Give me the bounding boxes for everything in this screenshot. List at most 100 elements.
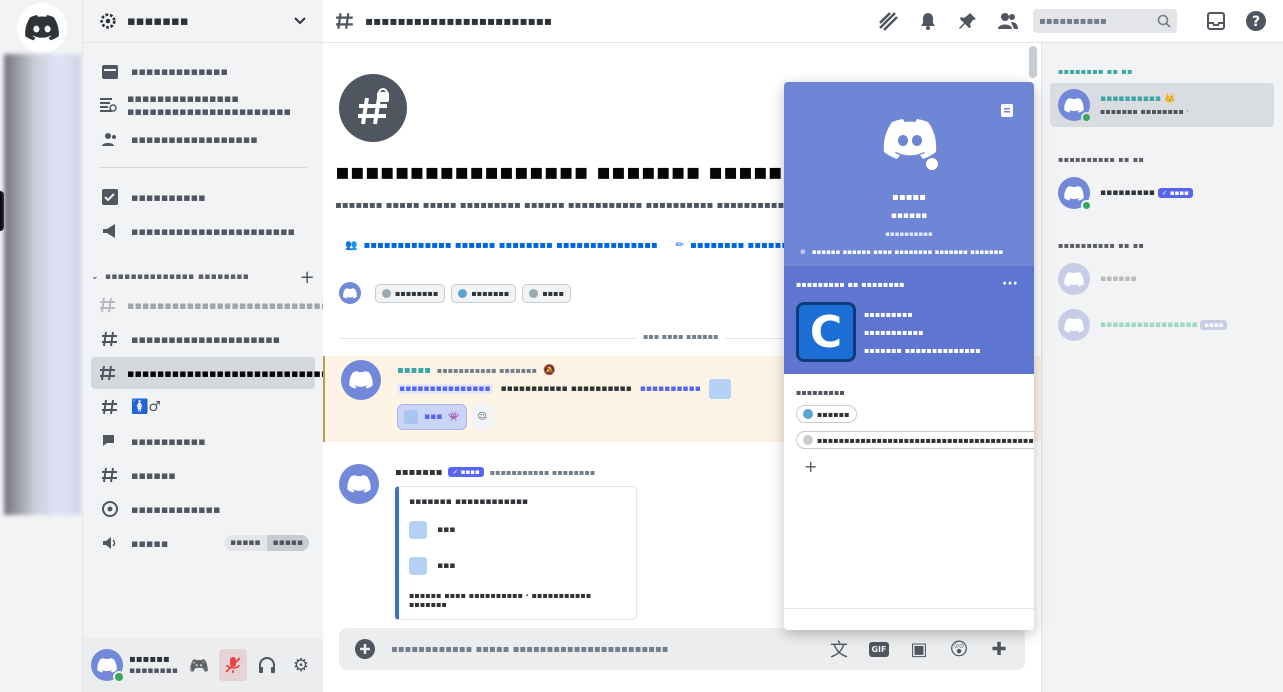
tag-color-dot (382, 288, 391, 298)
member-group-header: ▪▪▪▪▪▪▪▪▪▪ ▪▪ ▪▪ (1058, 155, 1145, 164)
channel-item[interactable]: 🚺♂ (91, 391, 315, 423)
search-input[interactable]: ▪▪▪▪▪▪▪▪▪▪ (1033, 9, 1177, 33)
voice-pill-left: ▪▪▪▪▪ (230, 538, 261, 548)
message-link[interactable]: ▪▪▪▪▪▪▪▪▪▪ (640, 384, 701, 394)
headphones-icon[interactable] (253, 649, 281, 681)
chevron-down-icon: ⌄ (91, 272, 99, 282)
add-channel-button[interactable]: + (300, 267, 315, 288)
gif-icon[interactable]: GIF (865, 635, 893, 663)
profile-subtag: ▪▪▪▪▪▪▪▪▪▪ (885, 230, 933, 238)
add-reaction-button[interactable]: ☺ (470, 404, 494, 430)
pin-icon[interactable] (953, 6, 983, 36)
message-composer[interactable]: ▪▪▪▪▪▪▪▪▪▪▪▪ ▪▪▪▪▪ ▪▪▪▪▪▪▪▪▪▪▪▪▪▪▪▪▪▪▪▪▪… (339, 628, 1025, 670)
channel-item[interactable]: ▪▪▪▪▪ ▪▪▪▪▪ ▪▪▪▪▪ (91, 527, 315, 559)
pencil-icon: ✏ (675, 240, 685, 251)
tag-label: ▪▪▪▪▪▪▪▪ (395, 288, 439, 298)
mute-microphone-icon[interactable] (219, 649, 247, 681)
add-reaction-icon: ☺ (477, 412, 487, 422)
scrollbar-thumb[interactable] (1029, 46, 1037, 78)
speaker-icon (99, 532, 121, 554)
sidebar-item-announcements[interactable]: ▪▪▪▪▪▪▪▪▪▪▪▪▪▪▪▪▪▪▪▪▪▪ (91, 215, 315, 247)
member-info: ▪▪▪▪▪▪▪▪▪▪ 👑 ▪▪▪▪▪▪▪ ▪▪▪▪▪▪▪▪ · (1100, 93, 1189, 117)
member-info: ▪▪▪▪▪▪▪▪▪▪▪▪▪▪▪▪ ▪▪▪▪ (1100, 319, 1228, 332)
discord-logo-icon (97, 657, 117, 673)
member-item-offline[interactable]: ▪▪▪▪▪▪ (1050, 257, 1274, 301)
channel-tag[interactable]: ▪▪▪▪▪▪▪▪ (375, 283, 446, 303)
role-chip[interactable]: ▪▪▪▪▪▪▪▪▪▪▪▪▪▪▪▪▪▪▪▪▪▪▪▪▪▪▪▪▪▪▪▪▪▪▪▪▪▪▪▪… (796, 431, 1034, 449)
channel-tag[interactable]: ▪▪▪▪▪▪▪ (451, 283, 517, 303)
channel-tag[interactable]: ▪▪▪▪ (522, 283, 572, 303)
reaction-button[interactable]: ▪▪▪ 👾 (397, 404, 467, 430)
profile-note-input[interactable] (784, 608, 1034, 630)
browse-channels-icon (99, 94, 117, 116)
discord-logo-icon: 👾 (448, 412, 460, 422)
search-placeholder: ▪▪▪▪▪▪▪▪▪▪ (1039, 15, 1107, 27)
help-icon[interactable]: ? (1241, 6, 1271, 36)
message-author[interactable]: ▪▪▪▪▪ (397, 365, 431, 376)
server-list-blurred[interactable] (4, 54, 81, 515)
activity-controller-icon[interactable]: 🎮 (185, 649, 213, 681)
channel-item-active[interactable]: ▪▪▪▪▪▪▪▪▪▪▪▪▪▪▪▪▪▪▪▪▪▪▪▪▪▪▪▪▪ 👥 ⚙ (91, 357, 392, 389)
user-settings-gear-icon[interactable]: ⚙ (287, 649, 315, 681)
activity-details: ▪▪▪▪▪▪▪▪▪ ▪▪▪▪▪▪▪▪▪▪▪ ▪▪▪▪▪▪▪ ▪▪▪▪▪▪▪▪▪▪… (864, 306, 981, 360)
threads-icon[interactable] (873, 6, 903, 36)
channel-item[interactable]: ▪▪▪▪▪▪▪▪▪▪▪▪▪▪▪▪▪▪▪▪▪▪▪▪▪▪▪▪▪▪▪▪▪▪▪ (91, 289, 388, 321)
channel-category[interactable]: ⌄ ▪▪▪▪▪▪▪▪▪▪▪▪▪▪ ▪▪▪▪▪▪▪▪ + (91, 267, 315, 288)
member-item-offline[interactable]: ▪▪▪▪▪▪▪▪▪▪▪▪▪▪▪▪ ▪▪▪▪ (1050, 303, 1274, 347)
sidebar-item-label: ▪▪▪▪▪▪▪▪▪▪▪▪▪ (131, 64, 228, 78)
members-icon: 👥 (345, 240, 358, 251)
hashtag-rules-icon (99, 328, 121, 350)
message-avatar[interactable] (341, 360, 381, 400)
user-avatar[interactable] (91, 649, 125, 683)
member-item-selected[interactable]: ▪▪▪▪▪▪▪▪▪▪ 👑 ▪▪▪▪▪▪▪ ▪▪▪▪▪▪▪▪ · (1050, 83, 1274, 127)
guild-name: ▪▪▪▪▪▪▪ (127, 13, 189, 29)
translate-icon[interactable]: 文 (825, 635, 853, 663)
add-role-button[interactable]: + (796, 457, 1022, 476)
member-item[interactable]: ▪▪▪▪▪▪▪▪▪ ✓ ▪▪▪▪ (1050, 171, 1274, 215)
channel-label: ▪▪▪▪▪▪▪▪▪▪▪▪▪▪▪▪▪▪▪▪ (131, 332, 281, 346)
role-chip[interactable]: ▪▪▪▪▪▪ (796, 405, 857, 423)
clipboard-icon[interactable] (1000, 102, 1014, 118)
user-mention[interactable]: ▪▪▪▪▪▪▪▪▪▪▪▪▪▪▪ (397, 384, 493, 394)
channel-label: ▪▪▪▪▪▪▪▪▪▪▪▪ (131, 502, 221, 516)
channel-item[interactable]: ▪▪▪▪▪▪▪▪▪▪▪▪▪▪▪▪▪▪▪▪ (91, 323, 315, 355)
sidebar-item-members[interactable]: ▪▪▪▪▪▪▪▪▪▪▪▪▪▪▪▪▪ (91, 123, 315, 155)
role-color-dot (803, 409, 813, 419)
sidebar-item-events[interactable]: ▪▪▪▪▪▪▪▪▪▪▪▪▪ (91, 55, 315, 87)
more-options-icon[interactable]: ··· (1002, 276, 1018, 292)
channel-item[interactable]: ▪▪▪▪▪▪▪▪▪▪▪▪ (91, 493, 315, 525)
member-list-icon[interactable] (993, 6, 1023, 36)
user-name-block[interactable]: ▪▪▪▪▪▪ ▪▪▪▪▪▪▪▪ (129, 653, 179, 678)
discord-logo-icon (1064, 317, 1084, 333)
emoji-icon[interactable]: 😲 (945, 635, 973, 663)
message-avatar[interactable] (339, 464, 379, 504)
add-attachment-icon[interactable] (351, 635, 379, 663)
user-name: ▪▪▪▪▪▪ (129, 653, 170, 665)
guild-header[interactable]: ▪▪▪▪▪▪▪ (83, 0, 323, 43)
voice-user-count: ▪▪▪▪▪ ▪▪▪▪▪ (224, 535, 309, 551)
message-author[interactable]: ▪▪▪▪▪▪▪ (395, 467, 442, 478)
gif-label: GIF (869, 641, 889, 657)
hashtag-icon (99, 396, 121, 418)
roles-label: ▪▪▪▪▪▪▪▪▪ (796, 388, 845, 397)
hashtag-rules-icon (99, 294, 117, 316)
member-avatar (1058, 263, 1090, 295)
embed-row-label: ▪▪▪ (437, 525, 456, 535)
member-avatar (1058, 177, 1092, 211)
sidebar-item-checklist[interactable]: ▪▪▪▪▪▪▪▪▪▪ (91, 181, 315, 213)
message-timestamp: ▪▪▪▪▪▪▪▪▪▪▪ ▪▪▪▪▪▪▪▪ (489, 467, 596, 477)
user-panel: ▪▪▪▪▪▪ ▪▪▪▪▪▪▪▪ 🎮 ⚙ (83, 638, 323, 692)
inbox-icon[interactable] (1201, 6, 1231, 36)
channel-item[interactable]: ▪▪▪▪▪▪ (91, 459, 315, 491)
home-button[interactable] (17, 3, 67, 53)
channel-label: ▪▪▪▪▪▪▪▪▪▪ (131, 434, 206, 448)
notification-bell-icon[interactable] (913, 6, 943, 36)
channel-item[interactable]: ▪▪▪▪▪▪▪▪▪▪ (91, 425, 315, 457)
sticker-icon[interactable]: ▣ (905, 635, 933, 663)
sidebar-item-browse[interactable]: ▪▪▪▪▪▪▪▪▪▪▪▪▪▪▪ ▪▪▪▪▪▪▪▪▪▪▪▪▪▪▪▪▪▪▪▪▪▪ (91, 89, 315, 121)
embed-row-label: ▪▪▪ (437, 561, 456, 571)
edit-permissions-link[interactable]: 👥 ▪▪▪▪▪▪▪▪▪▪▪▪▪ ▪▪▪▪▪▪ ▪▪▪▪▪▪▪▪ ▪▪▪▪▪▪▪▪▪… (345, 240, 658, 251)
online-status-dot (113, 671, 125, 683)
add-status-icon[interactable]: ⊕ (800, 248, 806, 256)
apps-icon[interactable]: ✚ (985, 635, 1013, 663)
